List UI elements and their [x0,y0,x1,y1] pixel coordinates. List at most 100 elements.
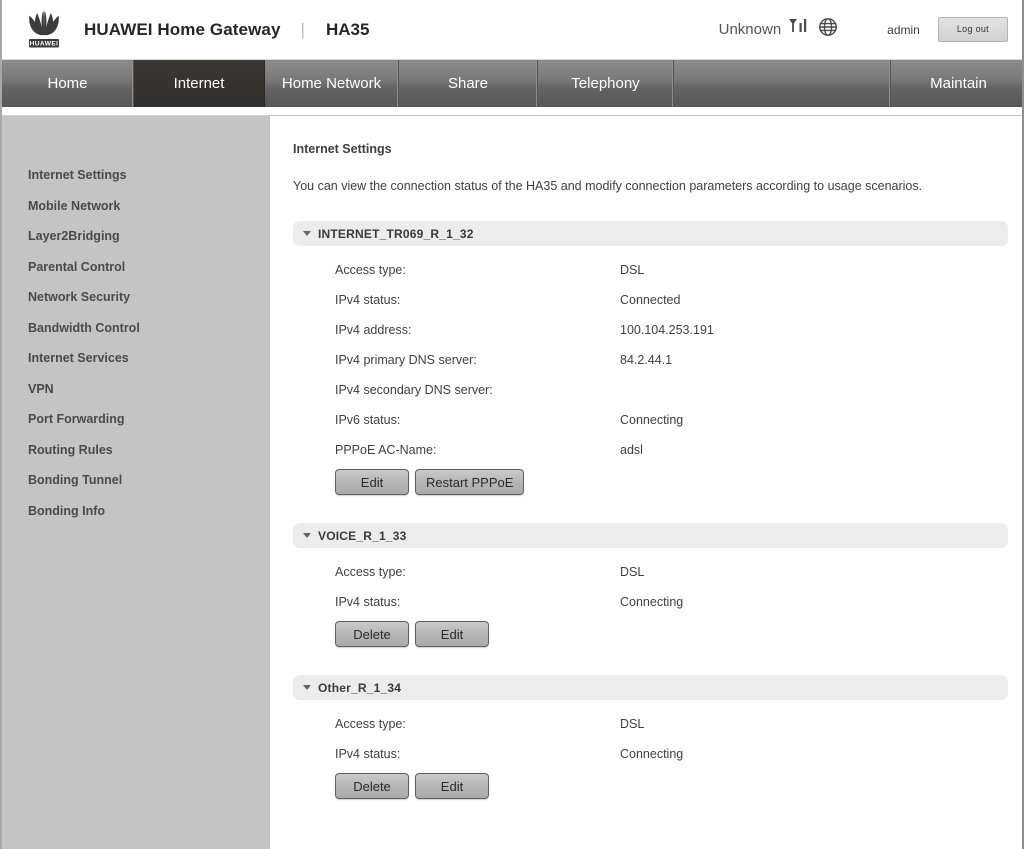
field-value: Connecting [620,595,684,609]
restart-pppoe-button[interactable]: Restart PPPoE [415,469,525,495]
sidebar-item-internet-services[interactable]: Internet Services [2,343,269,374]
nav-tab-telephony[interactable]: Telephony [538,60,674,107]
sidebar-navigation: Internet Settings Mobile Network Layer2Bri… [2,115,269,849]
header-right: Unknown admin Log out [719,16,1008,43]
field-row: IPv4 status: Connecting [293,747,1008,761]
edit-button[interactable]: Edit [415,621,489,647]
nav-tab-label: Share [447,75,489,92]
field-label: IPv4 secondary DNS server: [335,383,493,397]
delete-button[interactable]: Delete [335,773,409,799]
logged-in-user: admin [887,22,920,37]
sidebar-item-label: Network Security [28,290,131,304]
sidebar-item-label: Internet Services [28,351,129,365]
nav-tab-label: Home [47,75,88,92]
field-label: IPv4 status: [335,595,401,609]
sidebar-item-bandwidth-control[interactable]: Bandwidth Control [2,313,269,344]
signal-bars-icon [788,17,810,42]
sidebar-item-vpn[interactable]: VPN [2,374,269,405]
page-header: HUAWEI HUAWEI Home Gateway | HA35 Unknow… [2,0,1022,59]
sidebar-item-label: Parental Control [28,259,126,274]
sidebar-item-label: Mobile Network [28,198,121,213]
field-row: IPv4 status: Connecting [293,595,1008,609]
sidebar-item-label: Internet Settings [28,168,127,182]
field-label: IPv4 status: [335,747,401,761]
sidebar-item-port-forwarding[interactable]: Port Forwarding [2,404,269,435]
chevron-down-icon [303,533,311,538]
main-navigation: Home Internet Home Network Share Telephony Ma… [2,59,1024,115]
sidebar-item-network-security[interactable]: Network Security [2,282,269,313]
field-value: DSL [620,565,645,579]
section-title: INTERNET_TR069_R_1_32 [318,226,474,241]
section-header-INTERNET_TR069_R_1_32[interactable]: INTERNET_TR069_R_1_32 [293,221,1008,246]
connection-section: VOICE_R_1_33 Access type: DSL IPv4 status: C… [293,523,1008,647]
field-label: Access type: [335,717,406,731]
sidebar-item-bonding-info[interactable]: Bonding Info [2,496,269,527]
section-header-VOICE_R_1_33[interactable]: VOICE_R_1_33 [293,523,1008,548]
sidebar-item-parental-control[interactable]: Parental Control [2,252,269,283]
field-value: 100.104.253.191 [620,323,714,337]
field-row: Access type: DSL [293,717,1008,731]
nav-tab-home[interactable]: Home [2,60,134,107]
field-value: Connected [620,293,681,307]
section-button-row: Edit Restart PPPoE [293,469,1008,495]
field-label: Access type: [335,565,406,579]
delete-button[interactable]: Delete [335,621,409,647]
section-title: VOICE_R_1_33 [318,528,407,543]
nav-tab-label: Internet [173,75,225,92]
field-row: IPv4 primary DNS server: 84.2.44.1 [293,353,1008,367]
globe-icon [817,16,839,43]
sidebar-item-bonding-tunnel[interactable]: Bonding Tunnel [2,465,269,496]
main-content-panel: Internet Settings You can view the conne… [269,115,1022,849]
connection-status-text: Unknown [718,21,782,38]
field-label: IPv4 status: [335,293,401,307]
nav-tab-internet[interactable]: Internet [134,60,265,107]
sidebar-item-mobile-network[interactable]: Mobile Network [2,191,269,222]
edit-button[interactable]: Edit [415,773,489,799]
brand-separator: | [300,19,305,39]
field-row: IPv6 status: Connecting [293,413,1008,427]
section-button-row: Delete Edit [293,621,1008,647]
device-model: HA35 [325,19,370,39]
field-value: Connecting [620,413,684,427]
field-label: IPv6 status: [335,413,401,427]
nav-tab-label: Home Network [281,75,382,92]
sidebar-item-label: Bandwidth Control [28,320,140,335]
huawei-flower-logo-icon: HUAWEI [18,7,70,53]
field-label: Access type: [335,263,406,277]
sidebar-item-internet-settings[interactable]: Internet Settings [2,160,269,191]
field-row: IPv4 status: Connected [293,293,1008,307]
sidebar-item-label: Layer2Bridging [28,229,120,243]
nav-tab-share[interactable]: Share [399,60,538,107]
sidebar-item-label: Port Forwarding [28,412,125,426]
field-label: IPv4 primary DNS server: [335,353,477,367]
nav-tab-home-network[interactable]: Home Network [265,60,399,107]
sidebar-item-label: VPN [28,381,54,396]
section-title: Other_R_1_34 [318,680,402,695]
section-button-row: Delete Edit [293,773,1008,799]
nav-tab-spacer [674,60,891,107]
sidebar-item-layer2bridging[interactable]: Layer2Bridging [2,221,269,252]
chevron-down-icon [303,231,311,236]
page-body: Internet Settings Mobile Network Layer2Bri… [2,107,1022,849]
field-value: adsl [620,443,643,457]
sidebar-item-routing-rules[interactable]: Routing Rules [2,435,269,466]
nav-tab-label: Telephony [571,75,640,92]
edit-button[interactable]: Edit [335,469,409,495]
nav-tab-maintain[interactable]: Maintain [891,60,1024,107]
section-header-Other_R_1_34[interactable]: Other_R_1_34 [293,675,1008,700]
connection-section: INTERNET_TR069_R_1_32 Access type: DSL IPv4… [293,221,1008,495]
field-row: IPv4 address: 100.104.253.191 [293,323,1008,337]
page-title: Internet Settings [293,142,392,156]
field-value: 84.2.44.1 [620,353,673,367]
logout-button[interactable]: Log out [937,17,1008,42]
svg-text:HUAWEI: HUAWEI [30,40,59,47]
sidebar-item-label: Bonding Tunnel [28,473,123,487]
field-label: PPPoE AC-Name: [335,443,437,457]
field-value: Connecting [620,747,684,761]
chevron-down-icon [303,685,311,690]
field-row: Access type: DSL [293,263,1008,277]
field-value: DSL [620,717,645,731]
nav-tab-label: Maintain [930,75,987,92]
connection-status-group: Unknown [719,16,840,43]
field-row: PPPoE AC-Name: adsl [293,443,1008,457]
